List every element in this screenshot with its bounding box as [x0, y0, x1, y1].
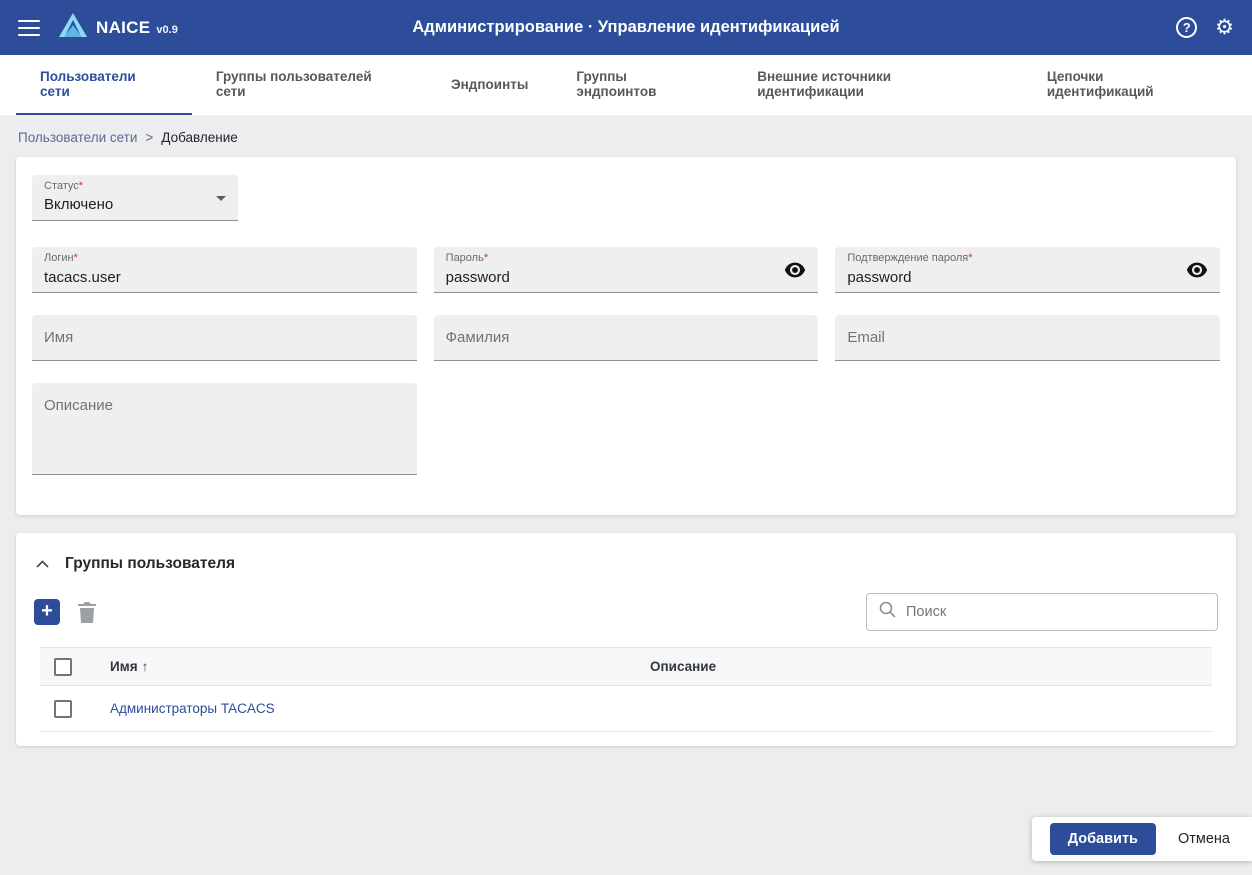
- tab-external-identity-sources[interactable]: Внешние источники идентификации: [733, 55, 1023, 115]
- eye-icon[interactable]: [784, 262, 806, 278]
- first-name-input[interactable]: [44, 329, 405, 346]
- password-confirm-field-wrap: Подтверждение пароля*: [835, 247, 1220, 293]
- description-input[interactable]: [44, 383, 405, 474]
- group-name-link[interactable]: Администраторы TACACS: [110, 701, 275, 716]
- first-name-field-wrap: [32, 315, 417, 361]
- groups-search: [866, 593, 1218, 631]
- gear-icon[interactable]: [1215, 17, 1234, 38]
- add-group-button[interactable]: [34, 599, 60, 625]
- groups-table: Имя ↑ Описание Администраторы TACACS: [40, 647, 1212, 732]
- table-row: Администраторы TACACS: [40, 686, 1212, 732]
- user-form-card: Статус* Включено Логин* Пароль* Подтверж…: [16, 157, 1236, 515]
- login-input[interactable]: [44, 265, 405, 286]
- breadcrumb-current: Добавление: [161, 130, 238, 145]
- column-header-description[interactable]: Описание: [650, 648, 1212, 686]
- search-icon: [879, 601, 896, 623]
- column-header-name[interactable]: Имя ↑: [110, 648, 650, 686]
- password-confirm-label: Подтверждение пароля*: [847, 252, 973, 264]
- email-input[interactable]: [847, 329, 1208, 346]
- select-all-checkbox[interactable]: [54, 657, 72, 676]
- help-icon[interactable]: [1176, 17, 1198, 38]
- status-label: Статус*: [44, 180, 84, 192]
- user-groups-card: Группы пользователя Имя↑ Описан: [16, 533, 1236, 746]
- group-description-cell: [650, 686, 1212, 732]
- collapse-chevron-icon[interactable]: [34, 558, 51, 570]
- menu-icon[interactable]: [18, 19, 40, 36]
- login-label: Логин*: [44, 252, 78, 264]
- last-name-field-wrap: [433, 315, 819, 361]
- sort-ascending-icon: ↑: [141, 659, 149, 674]
- footer-action-bar: Добавить Отмена: [1031, 817, 1252, 861]
- breadcrumb-parent-link[interactable]: Пользователи сети: [18, 130, 137, 145]
- cancel-button[interactable]: Отмена: [1178, 831, 1230, 847]
- eye-icon[interactable]: [1186, 262, 1208, 278]
- page-title: Администрирование · Управление идентифик…: [412, 18, 840, 36]
- app-header: NAICE v0.9 Администрирование · Управлени…: [0, 0, 1252, 55]
- app-version: v0.9: [156, 23, 178, 36]
- app-brand: NAICE v0.9: [96, 18, 178, 38]
- password-input[interactable]: [445, 265, 807, 286]
- submit-button[interactable]: Добавить: [1049, 823, 1156, 855]
- password-confirm-input[interactable]: [847, 265, 1208, 286]
- search-input[interactable]: [906, 604, 1205, 620]
- password-field-wrap: Пароль*: [433, 247, 819, 293]
- tab-network-user-groups[interactable]: Группы пользователей сети: [192, 55, 427, 115]
- password-label: Пароль*: [445, 252, 489, 264]
- tab-bar: Пользователи сети Группы пользователей с…: [0, 55, 1252, 115]
- delete-icon[interactable]: [78, 601, 96, 623]
- breadcrumb-separator: >: [145, 130, 154, 145]
- tab-endpoints[interactable]: Эндпоинты: [427, 55, 552, 115]
- app-logo-icon: [58, 12, 88, 43]
- tab-identity-chains[interactable]: Цепочки идентификаций: [1023, 55, 1236, 115]
- groups-section-title: Группы пользователя: [65, 555, 236, 572]
- status-value: Включено: [44, 196, 114, 213]
- table-header-row: Имя ↑ Описание: [40, 647, 1212, 686]
- email-field-wrap: [835, 315, 1220, 361]
- login-field-wrap: Логин*: [32, 247, 417, 293]
- chevron-down-icon: [216, 195, 226, 201]
- status-select[interactable]: Статус* Включено: [32, 175, 238, 221]
- row-checkbox[interactable]: [54, 699, 72, 718]
- last-name-input[interactable]: [445, 329, 807, 346]
- tab-network-users[interactable]: Пользователи сети: [16, 55, 192, 115]
- tab-endpoint-groups[interactable]: Группы эндпоинтов: [552, 55, 733, 115]
- description-field-wrap: [32, 383, 417, 475]
- breadcrumb: Пользователи сети > Добавление: [0, 115, 1252, 157]
- app-name: NAICE: [96, 17, 151, 37]
